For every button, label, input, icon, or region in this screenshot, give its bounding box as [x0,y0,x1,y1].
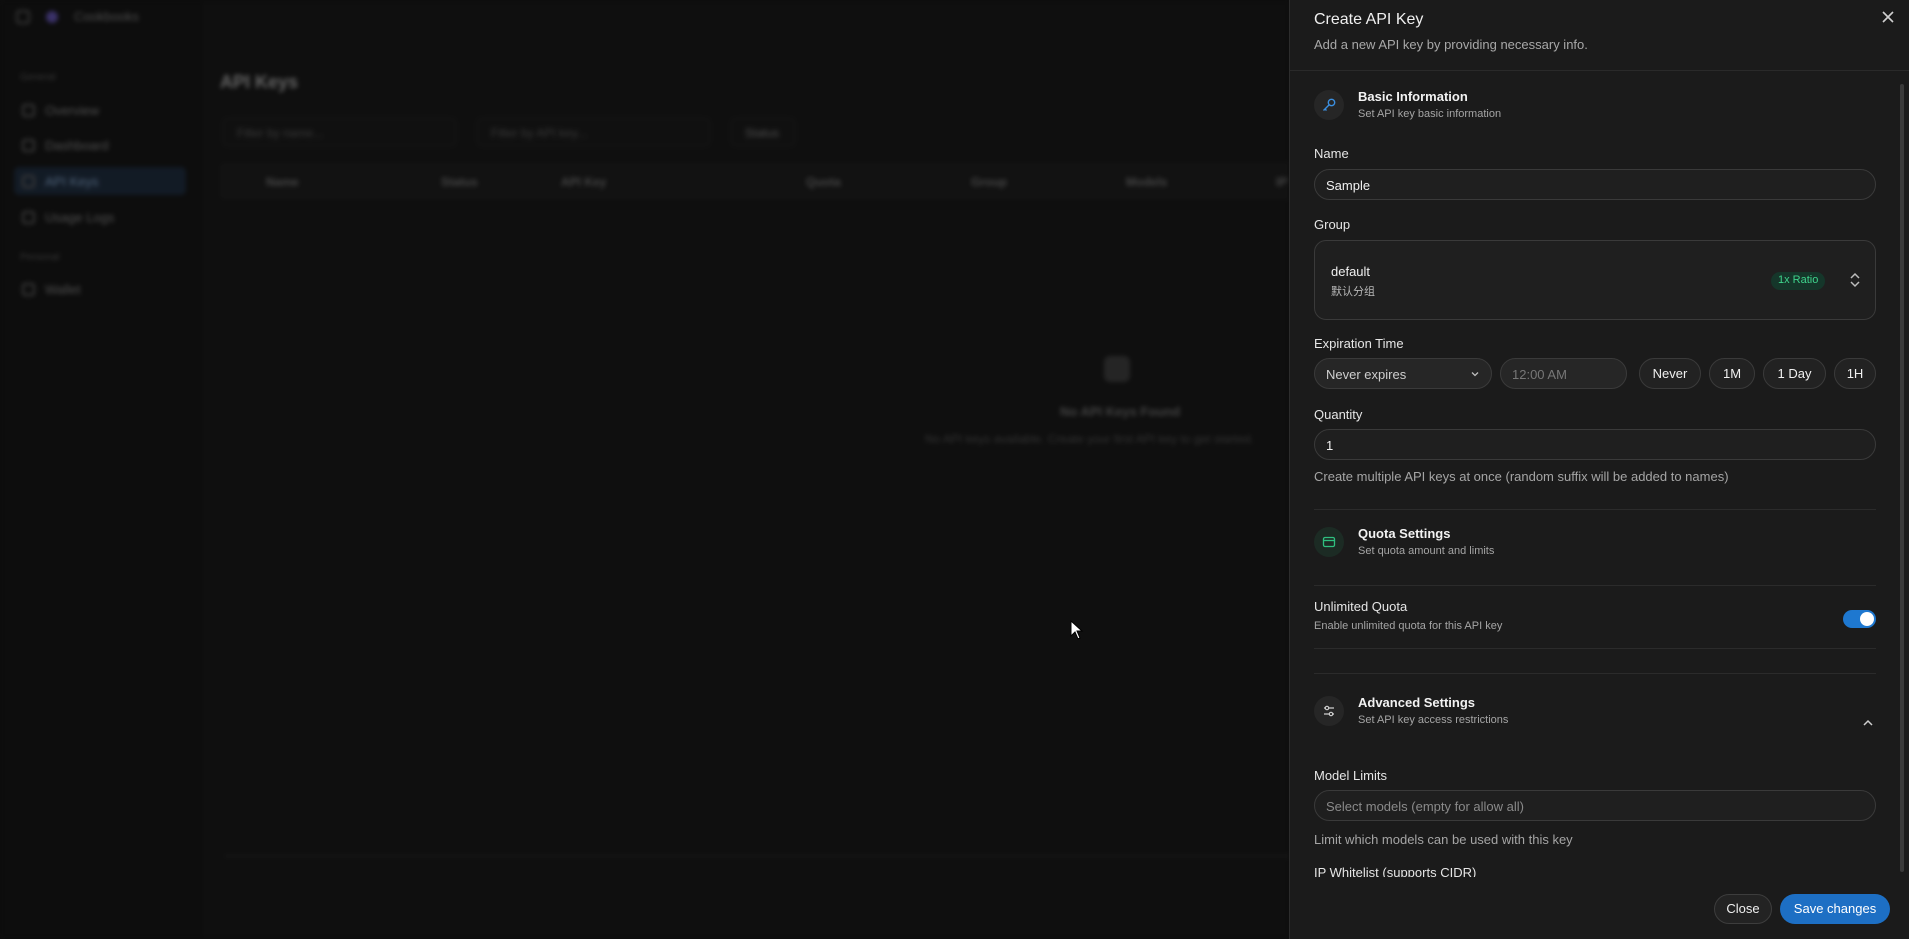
section-divider [1314,648,1876,649]
close-button[interactable]: Close [1714,894,1772,924]
panel-title: Create API Key [1314,11,1424,28]
section-subtitle: Set quota amount and limits [1358,545,1495,557]
sliders-icon [1314,695,1344,726]
mouse-cursor-icon [1070,620,1084,640]
basic-info-section-header: Basic Information Set API key basic info… [1314,89,1501,120]
preset-never-button[interactable]: Never [1639,358,1701,389]
unlimited-quota-toggle[interactable] [1843,610,1876,628]
section-subtitle: Set API key basic information [1358,108,1502,120]
key-icon [1314,89,1344,120]
chevron-up-icon[interactable] [1862,717,1874,729]
modal-overlay[interactable] [0,0,1290,939]
section-subtitle: Set API key access restrictions [1358,714,1509,726]
scrollbar[interactable] [1900,84,1904,872]
model-limits-help: Limit which models can be used with this… [1314,832,1573,847]
unlimited-quota-label: Unlimited Quota [1314,599,1408,614]
section-divider [1314,509,1876,510]
section-title: Advanced Settings [1358,695,1476,710]
expiration-label: Expiration Time [1314,336,1404,351]
close-icon[interactable] [1878,9,1898,29]
name-label: Name [1314,146,1349,161]
name-input[interactable]: Sample [1314,169,1876,200]
preset-1m-button[interactable]: 1M [1709,358,1755,389]
chevron-up-down-icon [1850,272,1860,288]
expiration-select[interactable]: Never expires [1314,358,1492,389]
model-limits-label: Model Limits [1314,768,1387,783]
section-divider [1314,585,1876,586]
panel-footer: Close Save changes [1290,877,1909,939]
ratio-badge: 1x Ratio [1771,272,1826,290]
section-title: Basic Information [1358,89,1468,104]
time-input[interactable]: 12:00 AM [1500,358,1627,389]
advanced-section-header[interactable]: Advanced Settings Set API key access res… [1314,695,1508,726]
group-label: Group [1314,217,1351,232]
section-divider [1314,673,1876,674]
toggle-knob [1860,612,1874,626]
preset-1h-button[interactable]: 1H [1834,358,1876,389]
group-description: 默认分组 [1331,286,1375,298]
wallet-icon [1314,526,1344,557]
panel-scroll-area[interactable]: Basic Information Set API key basic info… [1290,71,1909,877]
preset-1day-button[interactable]: 1 Day [1763,358,1826,389]
group-name: default [1331,264,1371,279]
group-select[interactable]: default 默认分组 1x Ratio [1314,240,1876,320]
create-api-key-panel: Create API Key Add a new API key by prov… [1289,0,1909,939]
model-limits-select[interactable]: Select models (empty for allow all) [1314,790,1876,821]
ip-whitelist-label: IP Whitelist (supports CIDR) [1314,865,1477,877]
quota-section-header: Quota Settings Set quota amount and limi… [1314,526,1494,557]
quantity-label: Quantity [1314,407,1363,422]
unlimited-quota-description: Enable unlimited quota for this API key [1314,620,1503,632]
chevron-down-icon [1471,372,1479,377]
save-changes-button[interactable]: Save changes [1780,894,1890,924]
quantity-input[interactable]: 1 [1314,429,1876,460]
panel-description: Add a new API key by providing necessary… [1314,37,1588,52]
section-title: Quota Settings [1358,526,1451,541]
expiration-select-value: Never expires [1326,367,1407,382]
quantity-help: Create multiple API keys at once (random… [1314,469,1729,484]
